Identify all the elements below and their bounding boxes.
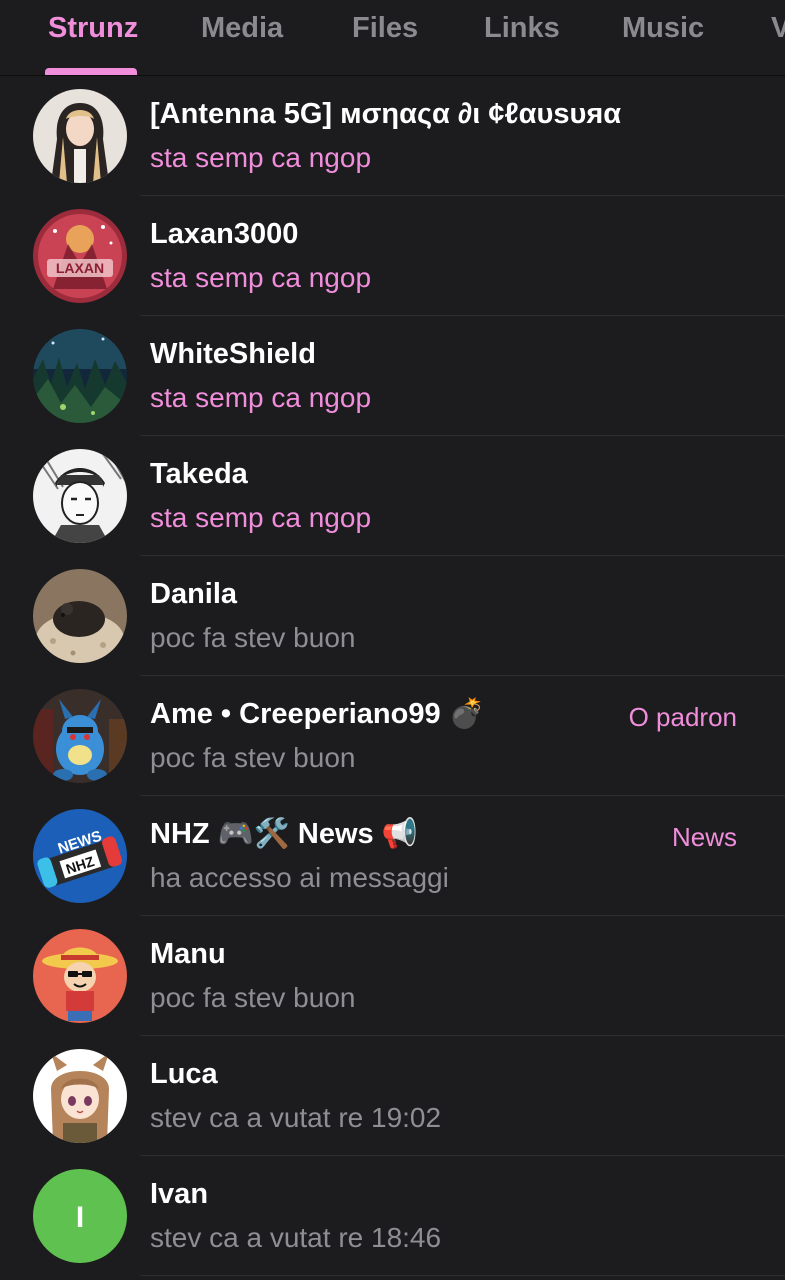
member-row[interactable]: Ame • Creeperiano99 💣 poc fa stev buon O… xyxy=(0,676,785,796)
member-list[interactable]: [Antenna 5G] мσηαςα ∂ι ¢ℓαυѕυяα sta semp… xyxy=(0,76,785,1276)
row-divider xyxy=(140,1275,785,1276)
member-row[interactable]: [Antenna 5G] мσηαςα ∂ι ¢ℓαυѕυяα sta semp… xyxy=(0,76,785,196)
member-status: ha accesso ai messaggi xyxy=(150,862,449,893)
member-name: NHZ 🎮🛠️ News 📢 xyxy=(150,818,418,850)
straw-hat-chibi-avatar[interactable] xyxy=(33,929,127,1023)
member-name: WhiteShield xyxy=(150,338,316,370)
member-rank-badge: News xyxy=(671,822,737,852)
active-tab-indicator xyxy=(45,68,137,75)
tab-media[interactable]: Media xyxy=(201,10,283,46)
member-status: stev ca a vutat re 19:02 xyxy=(150,1102,442,1133)
member-status: poc fa stev buon xyxy=(150,622,356,653)
member-name: Laxan3000 xyxy=(150,218,299,250)
group-members-screen: Strunz Media Files Links Music V [Antenn… xyxy=(0,0,785,1280)
member-name: Ame • Creeperiano99 💣 xyxy=(150,698,485,730)
member-row[interactable]: Luca stev ca a vutat re 19:02 xyxy=(0,1036,785,1156)
member-status: sta semp ca ngop xyxy=(150,142,372,173)
forest-night-avatar[interactable] xyxy=(33,329,127,423)
member-name: Ivan xyxy=(150,1178,209,1210)
manga-boy-avatar[interactable] xyxy=(33,449,127,543)
member-name: [Antenna 5G] мσηαςα ∂ι ¢ℓαυѕυяα xyxy=(150,98,622,130)
tab-music[interactable]: Music xyxy=(622,10,704,46)
tab-bar: Strunz Media Files Links Music V xyxy=(0,0,785,76)
member-row[interactable]: I Ivan stev ca a vutat re 18:46 xyxy=(0,1156,785,1276)
tab-more-cut[interactable]: V xyxy=(771,10,785,46)
hamster-avatar[interactable] xyxy=(33,569,127,663)
member-status: poc fa stev buon xyxy=(150,982,356,1013)
member-row[interactable]: WhiteShield sta semp ca ngop xyxy=(0,316,785,436)
member-rank-badge: O padron xyxy=(628,702,737,732)
svg-text:LAXAN: LAXAN xyxy=(56,260,104,276)
member-status: sta semp ca ngop xyxy=(150,262,372,293)
member-status: sta semp ca ngop xyxy=(150,502,372,533)
member-status: poc fa stev buon xyxy=(150,742,356,773)
member-status: sta semp ca ngop xyxy=(150,382,372,413)
laxan-logo-avatar[interactable]: LAXAN xyxy=(33,209,127,303)
member-name: Takeda xyxy=(150,458,248,490)
member-status: stev ca a vutat re 18:46 xyxy=(150,1222,442,1253)
avatar-initial: I xyxy=(76,1201,84,1234)
member-row[interactable]: Danila poc fa stev buon xyxy=(0,556,785,676)
member-row[interactable]: Takeda sta semp ca ngop xyxy=(0,436,785,556)
letter-avatar[interactable]: I xyxy=(33,1169,127,1263)
tab-links[interactable]: Links xyxy=(484,10,560,46)
tab-files[interactable]: Files xyxy=(352,10,418,46)
nhz-news-logo-avatar[interactable]: NEWS NHZ xyxy=(33,809,127,903)
member-name: Danila xyxy=(150,578,238,610)
member-name: Luca xyxy=(150,1058,218,1090)
tab-strunz[interactable]: Strunz xyxy=(48,10,138,46)
member-row[interactable]: Manu poc fa stev buon xyxy=(0,916,785,1036)
anime-nun-avatar[interactable] xyxy=(33,89,127,183)
member-row[interactable]: LAXAN Laxan3000 sta semp ca ngop xyxy=(0,196,785,316)
member-name: Manu xyxy=(150,938,226,970)
member-row[interactable]: NEWS NHZ NHZ 🎮🛠️ News 📢 ha accesso ai me… xyxy=(0,796,785,916)
blue-plush-avatar[interactable] xyxy=(33,689,127,783)
anime-girl-avatar[interactable] xyxy=(33,1049,127,1143)
